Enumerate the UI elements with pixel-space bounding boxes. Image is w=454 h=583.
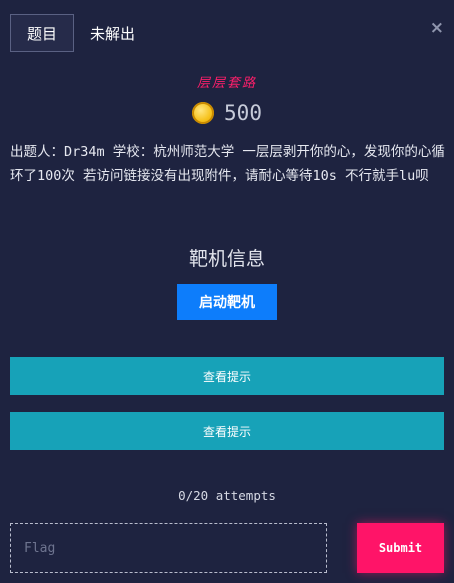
start-target-button[interactable]: 启动靶机 [177, 284, 277, 320]
points-value: 500 [224, 101, 262, 125]
view-hint-button-1[interactable]: 查看提示 [10, 357, 444, 395]
tab-challenge[interactable]: 题目 [10, 14, 75, 52]
view-hint-button-2[interactable]: 查看提示 [10, 412, 444, 450]
close-icon[interactable]: × [430, 18, 444, 38]
tab-bar: 题目 未解出 [10, 14, 151, 52]
flag-input[interactable] [10, 523, 327, 573]
challenge-title: 层层套路 [196, 76, 257, 91]
challenge-description: 出题人：Dr34m 学校：杭州师范大学 一层层剥开你的心，发现你的心循环了100… [10, 144, 445, 184]
tab-unsolved[interactable]: 未解出 [74, 14, 151, 52]
attempts-counter: 0/20 attempts [178, 488, 276, 503]
target-info-title: 靶机信息 [188, 248, 265, 270]
coin-icon [192, 102, 215, 124]
challenge-points: 500 [0, 101, 454, 125]
submit-button[interactable]: Submit [357, 523, 444, 573]
